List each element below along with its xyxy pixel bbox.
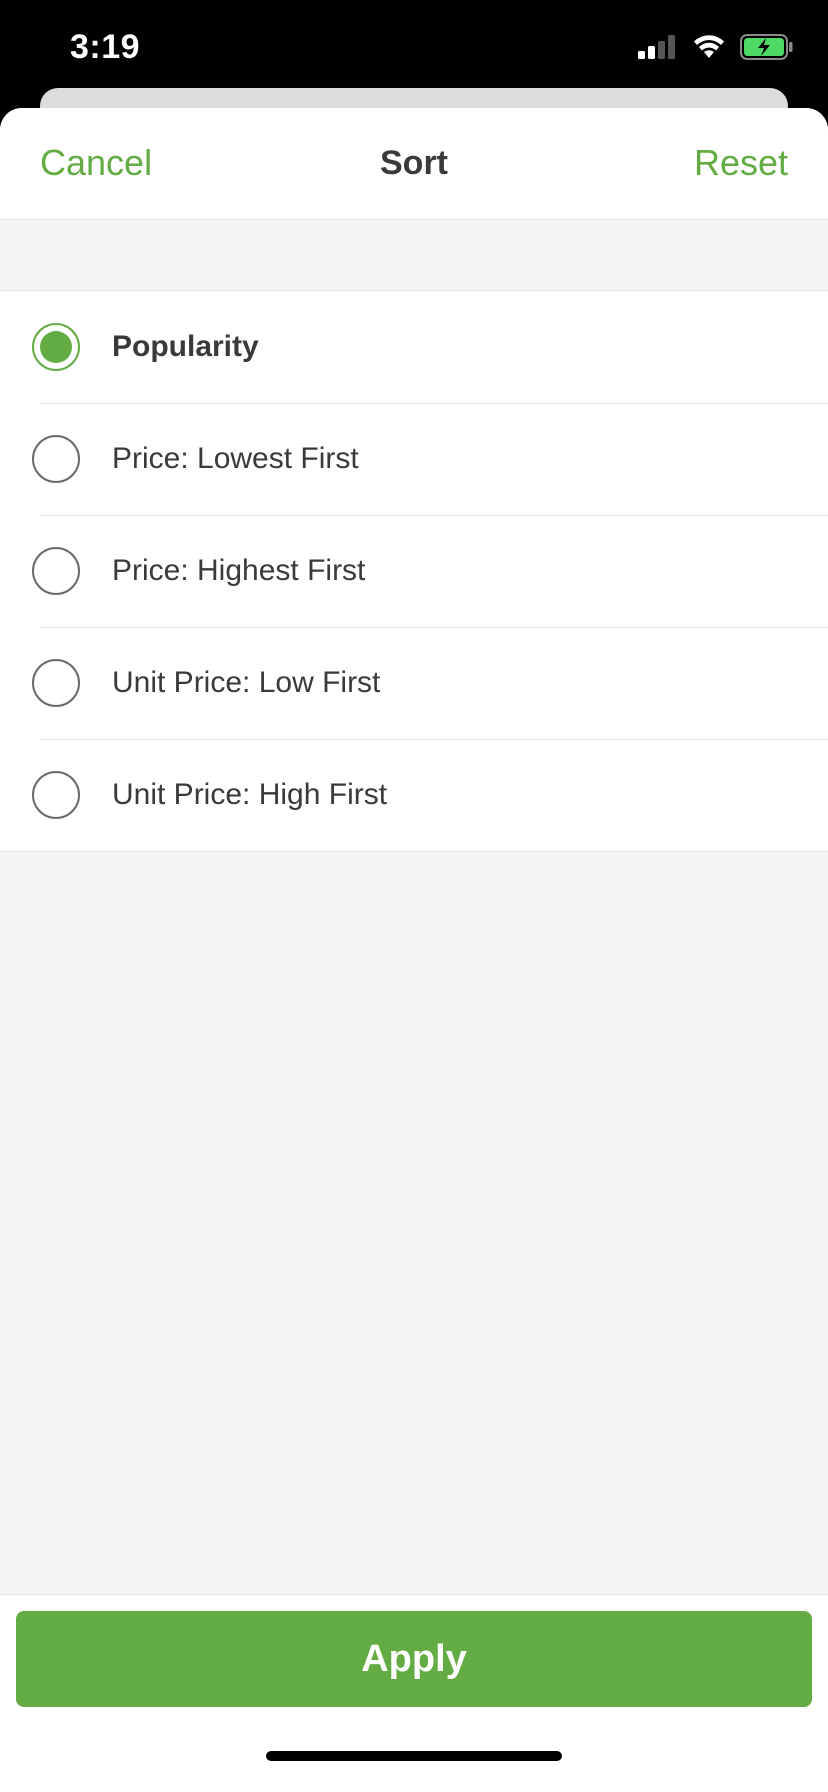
home-indicator xyxy=(266,1751,562,1761)
radio-unselected-icon[interactable] xyxy=(32,659,80,707)
status-icons xyxy=(638,34,794,60)
apply-button[interactable]: Apply xyxy=(16,1611,812,1707)
option-label: Unit Price: High First xyxy=(112,778,388,811)
status-bar: 3:19 xyxy=(0,0,828,100)
radio-unselected-icon[interactable] xyxy=(32,547,80,595)
sort-sheet: Cancel Sort Reset Popularity Price: Lowe… xyxy=(0,108,828,1792)
sort-option-popularity[interactable]: Popularity xyxy=(0,291,828,403)
option-label: Unit Price: Low First xyxy=(112,666,381,699)
sort-option-unit-price-low-first[interactable]: Unit Price: Low First xyxy=(0,627,828,739)
nav-bar: Cancel Sort Reset xyxy=(0,108,828,220)
bottom-bar: Apply xyxy=(0,1594,828,1792)
option-label: Price: Highest First xyxy=(112,554,366,587)
option-label: Price: Lowest First xyxy=(112,442,359,475)
wifi-icon xyxy=(694,35,724,58)
sort-option-unit-price-high-first[interactable]: Unit Price: High First xyxy=(0,739,828,851)
battery-charging-icon xyxy=(740,34,793,60)
sort-options-list: Popularity Price: Lowest First Price: Hi… xyxy=(0,290,828,852)
status-time: 3:19 xyxy=(70,28,141,66)
radio-unselected-icon[interactable] xyxy=(32,435,80,483)
sort-option-price-highest-first[interactable]: Price: Highest First xyxy=(0,515,828,627)
cellular-signal-icon xyxy=(638,35,675,59)
option-label: Popularity xyxy=(112,330,259,363)
radio-unselected-icon[interactable] xyxy=(32,771,80,819)
reset-button[interactable]: Reset xyxy=(694,142,788,184)
sort-option-price-lowest-first[interactable]: Price: Lowest First xyxy=(0,403,828,515)
radio-selected-icon[interactable] xyxy=(32,323,80,371)
